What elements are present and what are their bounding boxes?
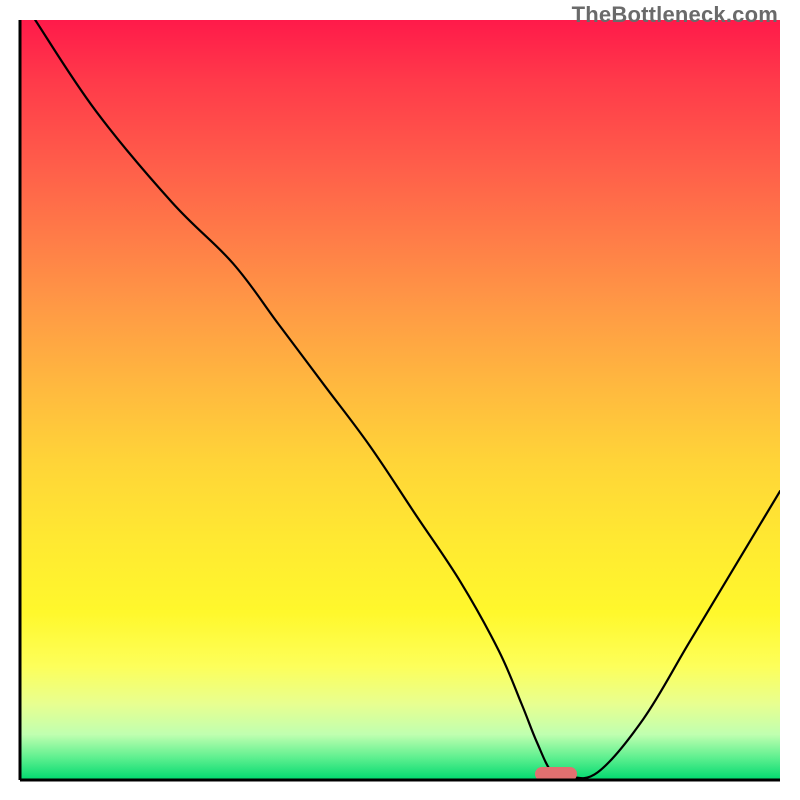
watermark-text: TheBottleneck.com xyxy=(572,2,778,28)
optimal-point-marker xyxy=(535,767,577,781)
chart-container: TheBottleneck.com xyxy=(0,0,800,800)
chart-background-gradient xyxy=(20,20,780,780)
